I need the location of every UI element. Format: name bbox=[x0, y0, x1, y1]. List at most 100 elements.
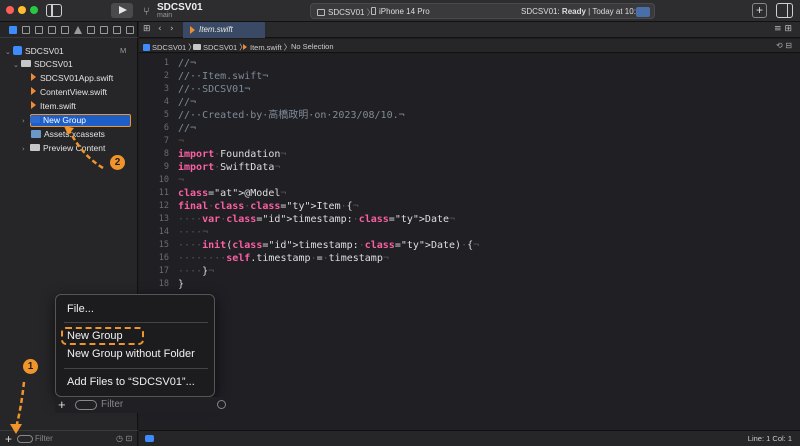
related-items-icon[interactable]: ⊞ bbox=[143, 24, 151, 34]
chevron-right-icon[interactable]: › bbox=[22, 115, 30, 128]
add-button[interactable]: + bbox=[5, 432, 12, 446]
line-number: 2 bbox=[163, 71, 169, 81]
code-line[interactable]: 5 //··Created·by·高橋政明·on·2023/08/10.¬ bbox=[139, 109, 800, 122]
code-line[interactable]: 4 //¬ bbox=[139, 96, 800, 109]
iphone-icon bbox=[371, 7, 376, 15]
code-line[interactable]: 12 final·class·class="ty">Item·{¬ bbox=[139, 200, 800, 213]
tree-row-file[interactable]: Item.swift bbox=[31, 100, 76, 113]
code-line[interactable]: 7 ¬ bbox=[139, 135, 800, 148]
filter-options-icon[interactable] bbox=[75, 400, 97, 410]
inspector-toggle-icon[interactable] bbox=[776, 3, 793, 18]
swift-file-icon bbox=[190, 26, 195, 34]
line-number: 5 bbox=[163, 110, 169, 120]
code-line[interactable]: 11 class="at">@Model¬ bbox=[139, 187, 800, 200]
line-number: 8 bbox=[163, 149, 169, 159]
code-line[interactable]: 3 //··SDCSV01¬ bbox=[139, 83, 800, 96]
code-text: ····init(class="id">timestamp:·class="ty… bbox=[178, 240, 480, 251]
tree-row-assets[interactable]: Assets.xcassets bbox=[31, 128, 105, 141]
chevron-down-icon[interactable]: ⌄ bbox=[5, 46, 13, 59]
chevron-down-icon[interactable]: ⌄ bbox=[13, 59, 21, 72]
code-text: } bbox=[178, 279, 185, 290]
code-line[interactable]: 8 import·Foundation¬ bbox=[139, 148, 800, 161]
code-text: final·class·class="ty">Item·{¬ bbox=[178, 201, 359, 212]
code-line[interactable]: 18} bbox=[139, 278, 800, 291]
sidebar-toggle-icon[interactable] bbox=[46, 4, 62, 17]
source-control-icon[interactable] bbox=[22, 26, 30, 34]
menu-item-file[interactable]: File... bbox=[67, 303, 94, 315]
code-line[interactable]: 10 ¬ bbox=[139, 174, 800, 187]
code-text: //¬ bbox=[178, 58, 197, 69]
find-navigator-icon[interactable] bbox=[61, 26, 69, 34]
breadcrumb-project[interactable]: SDCSV01 〉 bbox=[143, 42, 196, 53]
code-text: import·SwiftData¬ bbox=[178, 162, 281, 173]
issue-navigator-icon[interactable] bbox=[74, 26, 82, 34]
run-button[interactable] bbox=[111, 3, 133, 18]
filter-options-icon[interactable] bbox=[17, 435, 33, 443]
code-line[interactable]: 13 ····var·class="id">timestamp:·class="t… bbox=[139, 213, 800, 226]
add-button[interactable]: + bbox=[58, 397, 66, 412]
highlight-outline bbox=[61, 327, 144, 345]
branch-name: main bbox=[157, 12, 173, 19]
line-number: 3 bbox=[163, 84, 169, 94]
code-text: //¬ bbox=[178, 97, 197, 108]
debug-area-toggle-icon[interactable] bbox=[145, 435, 154, 442]
tree-row-folder[interactable]: ⌄ SDCSV01 bbox=[13, 58, 73, 71]
scheme-status-bar[interactable]: SDCSV01 〉 iPhone 14 Pro SDCSV01: Ready |… bbox=[310, 3, 655, 19]
code-line[interactable]: 16 ········self.timestamp·=·timestamp¬ bbox=[139, 252, 800, 265]
back-icon[interactable]: ‹ bbox=[158, 24, 162, 34]
code-line[interactable]: 9 import·SwiftData¬ bbox=[139, 161, 800, 174]
swift-file-icon bbox=[31, 87, 36, 95]
zoom-window-button[interactable] bbox=[30, 6, 38, 14]
device-selector[interactable]: iPhone 14 Pro bbox=[371, 7, 430, 16]
code-text: //··Created·by·高橋政明·on·2023/08/10.¬ bbox=[178, 110, 405, 121]
breakpoint-navigator-icon[interactable] bbox=[113, 26, 121, 34]
line-number: 13 bbox=[158, 214, 169, 224]
tree-row-file[interactable]: SDCSV01App.swift bbox=[31, 72, 113, 85]
chevron-right-icon[interactable]: › bbox=[22, 143, 30, 156]
recent-files-icon[interactable]: ◷ ⊡ bbox=[116, 434, 132, 443]
code-line[interactable]: 1 //¬ bbox=[139, 57, 800, 70]
menu-item-new-group-without-folder[interactable]: New Group without Folder bbox=[67, 348, 195, 360]
code-review-icon[interactable]: ⟲ ⊟ bbox=[776, 41, 792, 50]
recent-files-icon[interactable] bbox=[217, 400, 226, 409]
tab-item-swift[interactable]: Item.swift bbox=[183, 22, 265, 38]
breadcrumb-selection[interactable]: No Selection bbox=[291, 42, 334, 51]
tree-row-project[interactable]: ⌄ SDCSV01 bbox=[5, 45, 64, 58]
issue-icon[interactable] bbox=[636, 7, 650, 17]
code-line[interactable]: 2 //··Item.swift¬ bbox=[139, 70, 800, 83]
swift-file-icon bbox=[31, 73, 36, 81]
filter-input[interactable]: Filter bbox=[35, 434, 53, 443]
code-line[interactable]: 6 //¬ bbox=[139, 122, 800, 135]
breadcrumb-folder[interactable]: SDCSV01 〉 bbox=[193, 42, 247, 53]
menu-divider bbox=[64, 322, 208, 323]
code-line[interactable]: 15 ····init(class="id">timestamp:·class="… bbox=[139, 239, 800, 252]
forward-icon[interactable]: › bbox=[170, 24, 174, 34]
symbol-navigator-icon[interactable] bbox=[35, 26, 43, 34]
breadcrumb-file[interactable]: Item.swift 〉 bbox=[243, 42, 291, 53]
line-number: 7 bbox=[163, 136, 169, 146]
add-library-button[interactable]: + bbox=[752, 3, 767, 18]
editor-tab-bar: ⊞ ‹ › Item.swift ≡ ⊞ bbox=[139, 22, 800, 38]
tree-row-file[interactable]: ContentView.swift bbox=[31, 86, 107, 99]
menu-item-add-files[interactable]: Add Files to “SDCSV01”... bbox=[67, 376, 195, 388]
minimize-window-button[interactable] bbox=[18, 6, 26, 14]
tree-row-preview[interactable]: › Preview Content bbox=[22, 142, 105, 155]
sidebar-filter-bar: + Filter ◷ ⊡ bbox=[0, 430, 138, 446]
folder-icon bbox=[30, 116, 40, 123]
report-navigator-icon[interactable] bbox=[126, 26, 134, 34]
filter-input[interactable]: Filter bbox=[101, 399, 123, 410]
menu-divider bbox=[64, 368, 208, 369]
line-number: 9 bbox=[163, 162, 169, 172]
test-navigator-icon[interactable] bbox=[87, 26, 95, 34]
bookmark-icon[interactable] bbox=[48, 26, 56, 34]
tree-row-new-group[interactable]: › New Group bbox=[22, 114, 86, 127]
debug-navigator-icon[interactable] bbox=[100, 26, 108, 34]
editor-options-icon[interactable]: ≡ ⊞ bbox=[774, 24, 792, 34]
code-editor[interactable]: 1 //¬ 2 //··Item.swift¬ 3 //··SDCSV01¬ 4 //¬ 5 //… bbox=[139, 54, 800, 430]
scheme-selector[interactable]: SDCSV01 〉 bbox=[317, 7, 375, 18]
code-line[interactable]: 17 ····}¬ bbox=[139, 265, 800, 278]
code-line[interactable]: 14 ····¬ bbox=[139, 226, 800, 239]
line-number: 18 bbox=[158, 279, 169, 289]
project-navigator-icon[interactable] bbox=[9, 26, 17, 34]
close-window-button[interactable] bbox=[6, 6, 14, 14]
